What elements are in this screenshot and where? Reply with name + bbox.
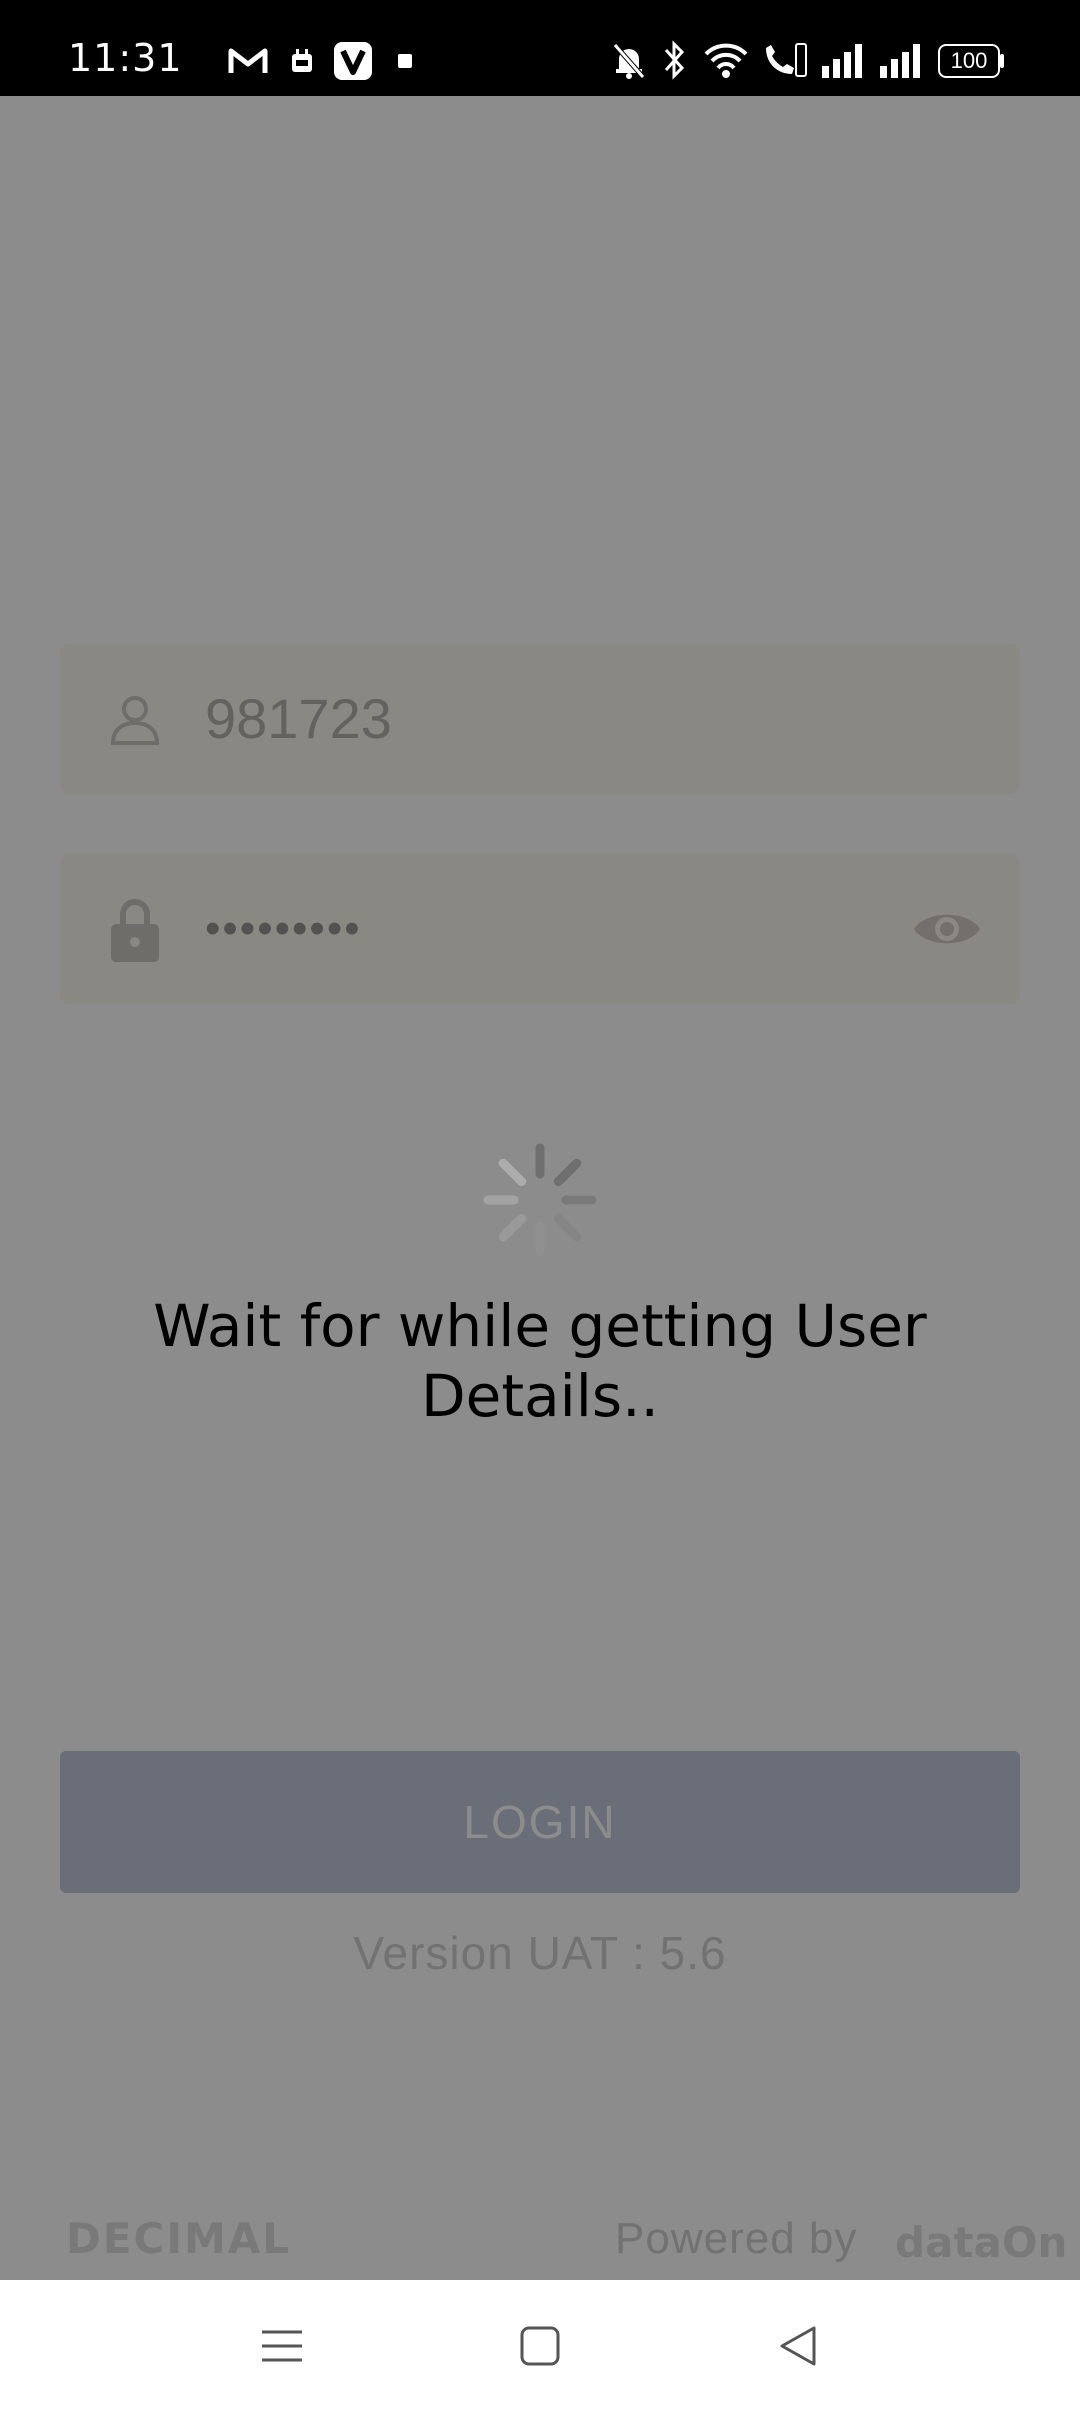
loading-message: Wait for while getting User Details..	[153, 1292, 927, 1430]
menu-icon[interactable]	[254, 2318, 310, 2374]
home-icon[interactable]	[512, 2318, 568, 2374]
status-time: 11:31	[68, 36, 183, 80]
dot-icon	[398, 54, 412, 68]
signal-icon	[822, 44, 862, 78]
signal-icon	[880, 44, 920, 78]
login-screen: 981723 ••••••••• LOGIN Version UAT : 5.6…	[0, 96, 1080, 2280]
status-bar: 11:31 100	[0, 0, 1080, 96]
app-v-icon	[334, 42, 372, 80]
battery-icon: 100	[938, 44, 1004, 78]
gmail-icon	[228, 48, 268, 73]
wifi-icon	[704, 43, 748, 78]
navigation-bar	[0, 2280, 1080, 2412]
back-icon[interactable]	[770, 2318, 826, 2374]
wifi-call-icon	[766, 43, 807, 77]
calendar-icon	[292, 49, 312, 72]
battery-level: 100	[950, 48, 988, 73]
mute-icon	[613, 43, 645, 79]
loading-spinner-icon	[483, 1143, 597, 1257]
bluetooth-icon	[664, 40, 685, 80]
